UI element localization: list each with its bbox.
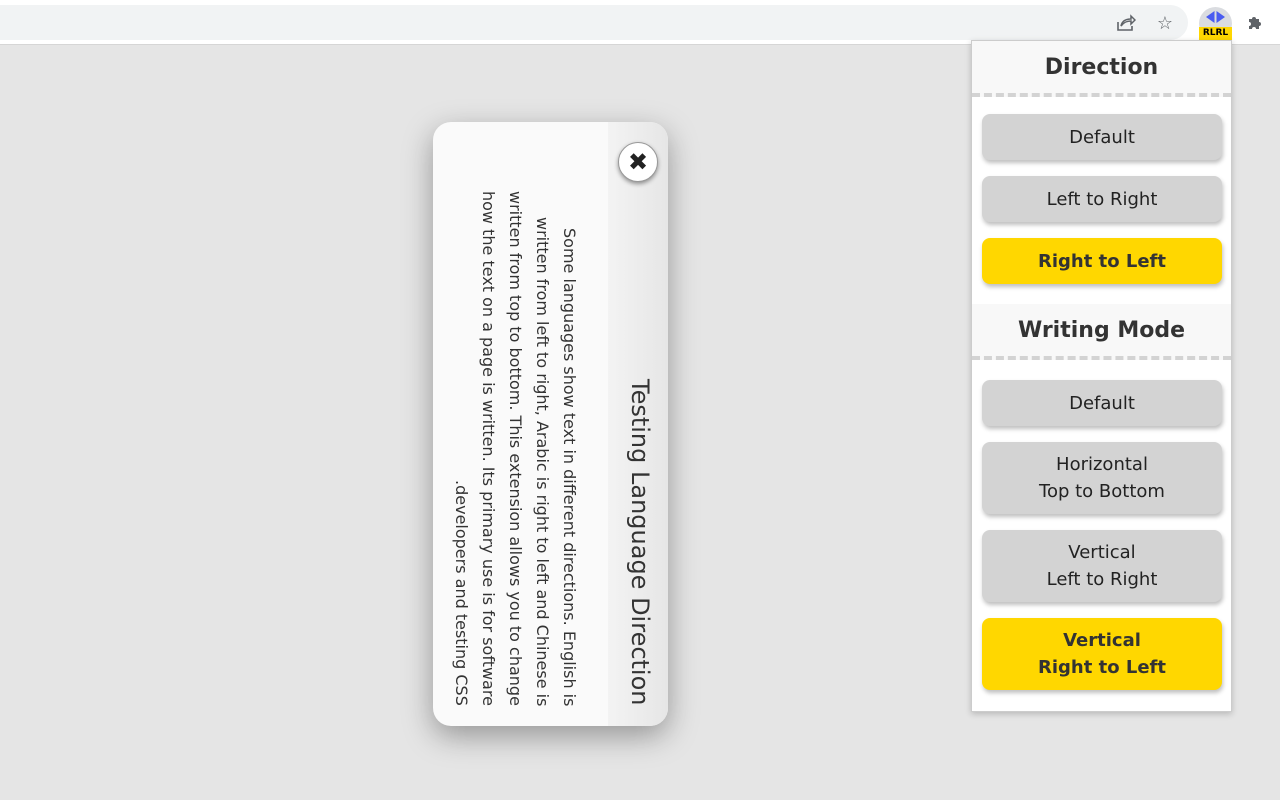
- rlrl-extension-button[interactable]: RLRL: [1199, 7, 1232, 40]
- language-direction-dialog: Testing Language Direction ✖ Some langua…: [433, 122, 668, 726]
- address-bar[interactable]: [0, 5, 1188, 40]
- extension-popup: Direction Default Left to Right Right to L…: [971, 40, 1232, 712]
- close-icon: ✖: [627, 148, 649, 176]
- writing_mode-button-0[interactable]: Default: [982, 380, 1222, 426]
- direction-arrows-icon: [1206, 11, 1225, 23]
- dialog-title: Testing Language Direction: [626, 378, 654, 706]
- direction-button-0[interactable]: Default: [982, 114, 1222, 160]
- writing_mode-button-2[interactable]: Vertical Left to Right: [982, 530, 1222, 602]
- direction-heading: Direction: [972, 41, 1231, 97]
- writing_mode-button-1[interactable]: Horizontal Top to Bottom: [982, 442, 1222, 514]
- extension-badge: RLRL: [1199, 27, 1232, 40]
- close-button[interactable]: ✖: [618, 142, 658, 182]
- browser-toolbar: ☆ RLRL: [0, 0, 1280, 45]
- writing-mode-heading: Writing Mode: [972, 304, 1231, 360]
- star-icon[interactable]: ☆: [1150, 8, 1180, 38]
- writing_mode-button-3[interactable]: Vertical Right to Left: [982, 618, 1222, 690]
- share-icon[interactable]: [1111, 8, 1141, 38]
- direction-button-2[interactable]: Right to Left: [982, 238, 1222, 284]
- dialog-body: Some languages show text in different di…: [452, 191, 579, 706]
- puzzle-icon[interactable]: [1240, 8, 1270, 38]
- direction-button-1[interactable]: Left to Right: [982, 176, 1222, 222]
